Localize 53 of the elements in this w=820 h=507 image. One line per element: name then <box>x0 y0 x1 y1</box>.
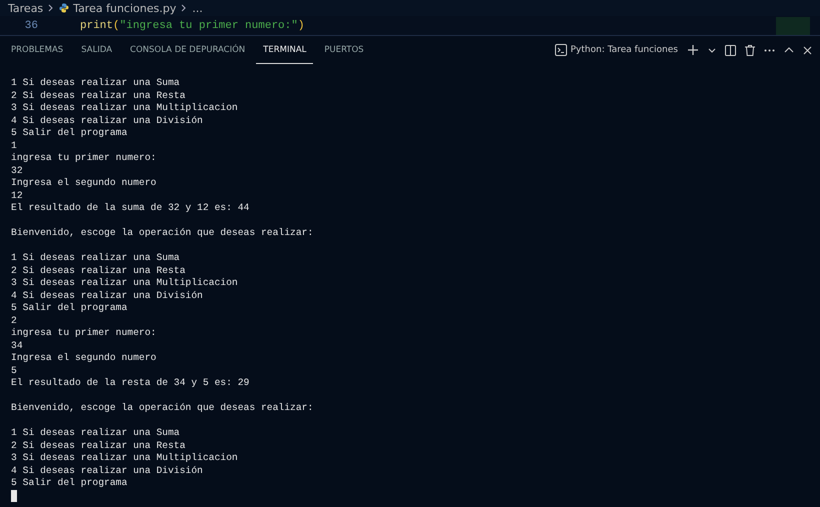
terminal-output-line: Ingresa el segundo numero <box>11 177 158 190</box>
maximize-chevron-icon[interactable] <box>784 47 794 53</box>
terminal-output-line: El resultado de la resta de 34 y 5 es: 29 <box>11 377 250 390</box>
terminal-output-line: Bienvenido, escoge la operación que deseas realizar: <box>11 402 314 414</box>
panel-tab[interactable]: SALIDA <box>74 36 120 64</box>
terminal-output-line: ingresa tu primer numero: <box>11 327 158 340</box>
terminal-output-line: 5 Salir del programa <box>11 477 128 490</box>
terminal-cursor <box>11 490 17 502</box>
terminal-output-line: 4 Si deseas realizar una División <box>11 464 204 477</box>
panel-tab[interactable]: CONSOLA DE DEPURACIÓN <box>123 36 252 64</box>
terminal-output-line: 3 Si deseas realizar una Multiplicacion <box>11 102 239 114</box>
chevron-icon <box>180 4 188 12</box>
terminal-output-line: 3 Si deseas realizar una Multiplicacion <box>11 277 239 290</box>
terminal-output-line: 5 Salir del programa <box>11 302 128 314</box>
panel-tab[interactable]: TERMINAL <box>256 36 314 64</box>
terminal-output-line: 1 Si deseas realizar una Suma <box>11 427 181 440</box>
terminal-output-line: Ingresa el segundo numero <box>11 352 158 364</box>
split-icon[interactable] <box>725 44 736 56</box>
terminal-output-line: 3 Si deseas realizar una Multiplicacion <box>11 452 239 464</box>
terminal-output-line: 2 Si deseas realizar una Resta <box>11 264 186 277</box>
breadcrumb-folder[interactable]: Tareas <box>8 2 44 14</box>
close-icon[interactable] <box>803 46 812 54</box>
more-icon[interactable] <box>764 48 775 52</box>
panel-tab[interactable]: PUERTOS <box>317 36 371 64</box>
python-file-icon <box>59 3 70 13</box>
terminal-output-line: 1 <box>11 140 18 152</box>
terminal-output-line: 2 Si deseas realizar una Resta <box>11 440 186 452</box>
code-line: print("ingresa tu primer numero:") <box>80 20 304 32</box>
terminal-output-line: 1 Si deseas realizar una Suma <box>11 252 181 264</box>
terminal-output-line: 1 Si deseas realizar una Suma <box>11 77 181 90</box>
chevron-icon <box>47 4 56 12</box>
terminal-icon <box>554 44 566 56</box>
plus-icon[interactable] <box>687 44 699 56</box>
line-number: 36 <box>24 20 38 32</box>
terminal-output-line: El resultado de la suma de 32 y 12 es: 44 <box>11 202 250 214</box>
terminal-output-line: 32 <box>11 164 24 177</box>
breadcrumb-file[interactable]: Tarea funciones.py <box>73 2 176 14</box>
terminal-output-line: 12 <box>11 190 24 202</box>
terminal-output-line: 2 <box>11 314 18 327</box>
terminal-output-line: 4 Si deseas realizar una División <box>11 114 204 127</box>
trash-icon[interactable] <box>745 44 755 56</box>
terminal-picker[interactable]: Python: Tarea funciones <box>554 44 678 56</box>
panel-tab[interactable]: PROBLEMAS <box>4 36 70 64</box>
terminal-output-line: Bienvenido, escoge la operación que deseas realizar: <box>11 227 314 240</box>
terminal-output-line: ingresa tu primer numero: <box>11 152 158 164</box>
dropdown-chevron-icon[interactable] <box>708 46 716 54</box>
terminal-output-line: 5 <box>11 364 18 377</box>
terminal-output-line: 4 Si deseas realizar una División <box>11 290 204 302</box>
minimap-preview <box>776 17 810 35</box>
terminal-output-line: 2 Si deseas realizar una Resta <box>11 90 186 102</box>
terminal-output-line: 5 Salir del programa <box>11 127 128 140</box>
breadcrumb-more[interactable]: ... <box>192 2 203 14</box>
terminal-output-line: 34 <box>11 340 24 352</box>
